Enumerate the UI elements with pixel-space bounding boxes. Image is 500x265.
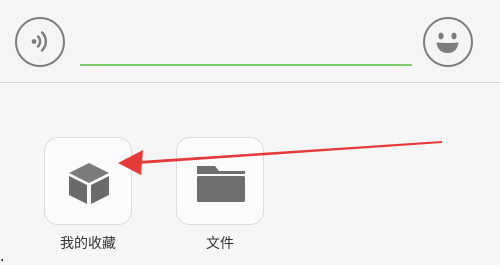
folder-icon [197,166,245,202]
corner-mark: . [0,249,5,265]
cube-icon [69,163,109,204]
input-bar [0,0,500,83]
favorites-tile[interactable] [44,137,132,225]
message-input[interactable] [80,18,412,66]
chat-input-panel: 我的收藏 文件 . [0,0,500,265]
favorites-label: 我的收藏 [60,236,116,252]
tool-files[interactable]: 文件 [174,137,266,253]
tool-favorites[interactable]: 我的收藏 [42,137,134,253]
smiley-icon [436,32,459,53]
voice-icon [31,31,47,52]
files-tile[interactable] [176,137,264,225]
files-label: 文件 [206,236,234,252]
emoji-button[interactable] [423,17,473,67]
voice-button[interactable] [15,17,65,67]
